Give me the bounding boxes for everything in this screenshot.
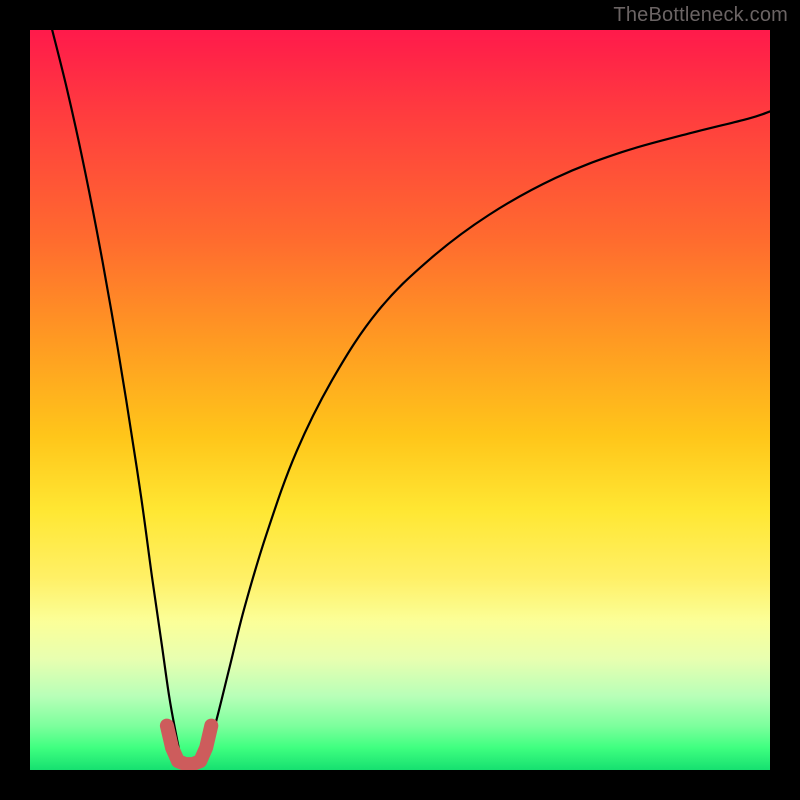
chart-frame: TheBottleneck.com xyxy=(0,0,800,800)
plot-svg xyxy=(30,30,770,770)
curve-right-branch xyxy=(204,111,770,762)
bottom-markers xyxy=(167,726,211,764)
attribution-label: TheBottleneck.com xyxy=(613,4,788,27)
plot-area xyxy=(30,30,770,770)
curve-left-branch xyxy=(52,30,182,763)
